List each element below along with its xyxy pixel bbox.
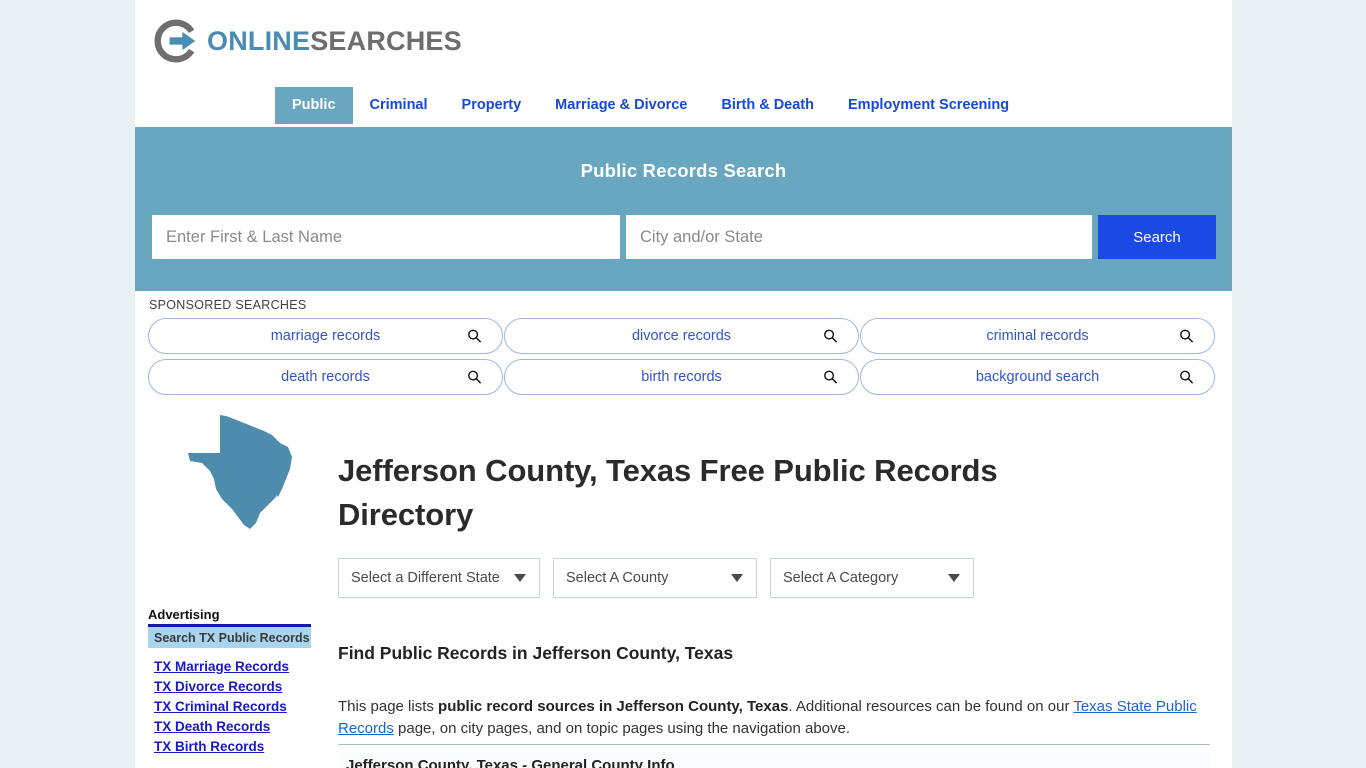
content-divider: [338, 744, 1210, 745]
county-select-label: Select A County: [566, 570, 669, 586]
logo-word-online: ONLINE: [207, 25, 311, 56]
sidebar-link-tx-divorce-records[interactable]: TX Divorce Records: [154, 680, 311, 694]
search-band-title: Public Records Search: [580, 160, 787, 181]
state-select-label: Select a Different State: [351, 570, 500, 586]
nav-tab-employment-screening[interactable]: Employment Screening: [831, 87, 1026, 124]
category-select[interactable]: Select A Category: [770, 558, 974, 598]
magnifier-icon: [1180, 370, 1194, 384]
magnifier-icon: [468, 329, 482, 343]
search-tx-public-records-banner[interactable]: Search TX Public Records: [148, 627, 311, 648]
circular-arrow-logo-icon: [154, 19, 196, 63]
search-form: Search: [152, 215, 1216, 259]
chevron-down-icon: [514, 574, 526, 582]
main-navigation: Public Criminal Property Marriage & Divo…: [135, 87, 1232, 124]
page-title: Jefferson County, Texas Free Public Reco…: [338, 452, 998, 532]
location-search-input[interactable]: [626, 215, 1092, 259]
sponsored-pill-label: marriage records: [270, 328, 381, 344]
sponsored-pill-background-search[interactable]: background search: [860, 359, 1215, 395]
advertising-heading: Advertising: [148, 607, 220, 622]
nav-tab-public[interactable]: Public: [275, 87, 353, 124]
sidebar-link-tx-birth-records[interactable]: TX Birth Records: [154, 740, 311, 754]
paragraph-text-2: . Additional resources can be found on o…: [788, 698, 1074, 715]
sponsored-searches-label: SPONSORED SEARCHES: [149, 298, 307, 312]
state-select[interactable]: Select a Different State: [338, 558, 540, 598]
sponsored-pill-label: criminal records: [986, 328, 1089, 344]
chevron-down-icon: [731, 574, 743, 582]
texas-state-outline-icon: [188, 415, 292, 529]
sidebar-link-tx-criminal-records[interactable]: TX Criminal Records: [154, 700, 311, 714]
sponsored-pill-birth-records[interactable]: birth records: [504, 359, 859, 395]
public-records-search-band: Public Records Search Search: [135, 127, 1232, 291]
sidebar-link-tx-marriage-records[interactable]: TX Marriage Records: [154, 660, 311, 674]
sponsored-pill-label: birth records: [641, 369, 722, 385]
sponsored-pill-marriage-records[interactable]: marriage records: [148, 318, 503, 354]
logo-wordmark: ONLINESEARCHES: [207, 25, 462, 56]
nav-tab-criminal[interactable]: Criminal: [353, 87, 445, 124]
content-shell: ONLINESEARCHES Public Criminal Property …: [135, 0, 1232, 768]
category-select-label: Select A Category: [783, 570, 899, 586]
magnifier-icon: [1180, 329, 1194, 343]
general-county-info-block: Jefferson County, Texas - General County…: [338, 752, 1210, 768]
sponsored-searches-grid: marriage records divorce records crimina…: [148, 318, 1218, 395]
sponsored-pill-death-records[interactable]: death records: [148, 359, 503, 395]
sponsored-pill-divorce-records[interactable]: divorce records: [504, 318, 859, 354]
sponsored-pill-label: death records: [281, 369, 370, 385]
site-logo[interactable]: ONLINESEARCHES: [154, 18, 462, 64]
magnifier-icon: [468, 370, 482, 384]
name-search-input[interactable]: [152, 215, 620, 259]
search-submit-button[interactable]: Search: [1098, 215, 1216, 259]
paragraph-text-1: This page lists: [338, 698, 439, 715]
sponsored-pill-criminal-records[interactable]: criminal records: [860, 318, 1215, 354]
magnifier-icon: [824, 329, 838, 343]
logo-word-searches: SEARCHES: [310, 25, 462, 56]
filter-select-row: Select a Different State Select A County…: [338, 558, 974, 598]
general-county-info-title: Jefferson County, Texas - General County…: [346, 757, 675, 768]
chevron-down-icon: [948, 574, 960, 582]
advertising-link-list: TX Marriage Records TX Divorce Records T…: [148, 660, 311, 754]
sponsored-pill-label: background search: [975, 369, 1100, 385]
magnifier-icon: [824, 370, 838, 384]
section-heading: Find Public Records in Jefferson County,…: [338, 642, 734, 663]
intro-paragraph: This page lists public record sources in…: [338, 696, 1210, 740]
page-root: ONLINESEARCHES Public Criminal Property …: [0, 0, 1366, 768]
county-select[interactable]: Select A County: [553, 558, 757, 598]
sidebar-link-tx-death-records[interactable]: TX Death Records: [154, 720, 311, 734]
nav-tab-property[interactable]: Property: [445, 87, 539, 124]
nav-tab-marriage-divorce[interactable]: Marriage & Divorce: [538, 87, 704, 124]
advertising-sidebar: Advertising Search TX Public Records TX …: [148, 607, 311, 754]
nav-tab-birth-death[interactable]: Birth & Death: [704, 87, 831, 124]
sponsored-pill-label: divorce records: [631, 328, 732, 344]
paragraph-text-3: page, on city pages, and on topic pages …: [393, 720, 851, 738]
paragraph-bold-1: public record sources in Jefferson Count…: [438, 698, 789, 715]
